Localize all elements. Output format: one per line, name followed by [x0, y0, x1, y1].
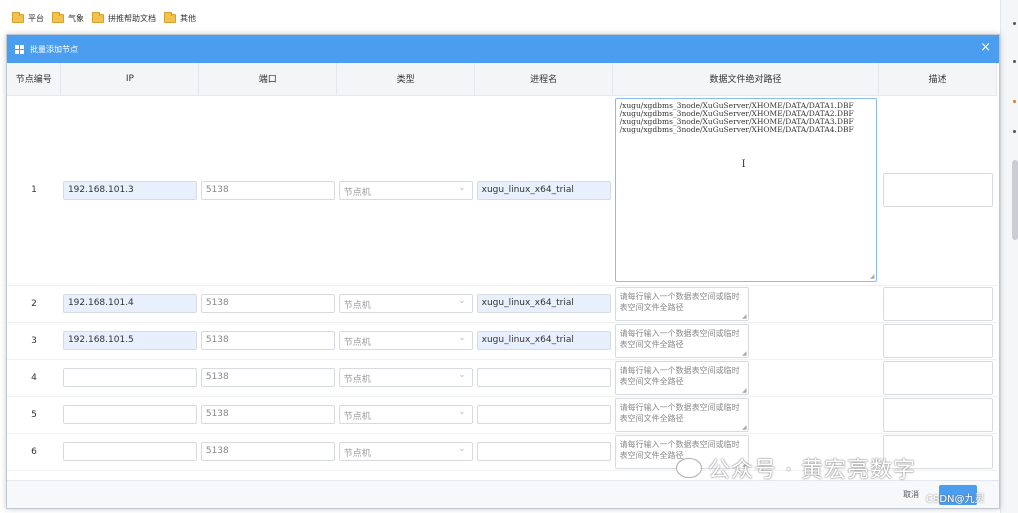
- description-input[interactable]: [882, 323, 993, 358]
- node-no: 3: [7, 322, 61, 360]
- description-input[interactable]: [882, 173, 993, 207]
- node-no: 1: [7, 95, 61, 286]
- ip-input[interactable]: 192.168.101.5: [62, 331, 197, 350]
- bookmark-label: 气象: [68, 13, 84, 23]
- folder-icon: [92, 11, 104, 23]
- background-page-edge: [1000, 0, 1018, 513]
- node-no: 5: [7, 396, 61, 434]
- dialog-footer: 取消: [7, 480, 999, 508]
- bookmark-help-docs[interactable]: 拼推帮助文档: [92, 11, 156, 24]
- port-input[interactable]: 5138: [200, 368, 335, 387]
- ip-input[interactable]: 192.168.101.3: [62, 180, 197, 200]
- col-header-data-path: 数据文件绝对路径: [612, 63, 880, 96]
- table-row: 1 192.168.101.3 5138 节点机 xugu_linux_x64_…: [7, 95, 997, 286]
- data-path-textarea[interactable]: 请每行输入一个数据表空间或临时表空间文件全路径: [614, 286, 749, 321]
- grid-icon: [15, 44, 24, 54]
- bookmark-label: 拼推帮助文档: [108, 13, 156, 23]
- process-input[interactable]: [476, 405, 611, 424]
- text-cursor-icon: I: [741, 159, 746, 170]
- port-input[interactable]: 5138: [200, 442, 335, 461]
- port-input[interactable]: 5138: [200, 405, 335, 424]
- table-header-row: 节点编号 IP 端口 类型 进程名 数据文件绝对路径 描述: [7, 63, 997, 96]
- wechat-logo-icon: [676, 458, 702, 478]
- bookmark-weather[interactable]: 气象: [52, 11, 84, 24]
- dot-icon: [1013, 60, 1016, 63]
- port-input[interactable]: 5138: [200, 180, 335, 200]
- bookmark-label: 其他: [180, 13, 196, 23]
- data-path-text: /xugu/xgdbms_3node/XuGuServer/XHOME/DATA…: [619, 101, 854, 134]
- node-no: 6: [7, 433, 61, 471]
- bookmark-label: 平台: [28, 13, 44, 23]
- cancel-button[interactable]: 取消: [903, 489, 919, 500]
- data-path-textarea[interactable]: 请每行输入一个数据表空间或临时表空间文件全路径: [614, 397, 749, 432]
- port-input[interactable]: 5138: [200, 294, 335, 313]
- dot-icon: [1013, 130, 1016, 133]
- dot-icon: [1013, 100, 1016, 103]
- watermark: 公众号 · 黄宏亮数字: [676, 452, 916, 484]
- table-row: 3 192.168.101.5 5138 节点机 xugu_linux_x64_…: [7, 322, 997, 360]
- table-row: 5 5138 节点机 请每行输入一个数据表空间或临时表空间文件全路径: [7, 396, 997, 434]
- dialog-title: 批量添加节点: [30, 44, 78, 54]
- process-input[interactable]: [476, 368, 611, 387]
- bookmark-platform[interactable]: 平台: [12, 11, 44, 24]
- table-row: 2 192.168.101.4 5138 节点机 xugu_linux_x64_…: [7, 285, 997, 323]
- bookmark-other[interactable]: 其他: [164, 11, 196, 24]
- node-no: 4: [7, 359, 61, 397]
- type-select[interactable]: 节点机: [338, 368, 473, 387]
- col-header-port: 端口: [198, 63, 338, 96]
- csdn-watermark: CSDN@九灵: [926, 494, 985, 505]
- page-scrollbar[interactable]: [1012, 160, 1018, 240]
- folder-icon: [164, 11, 176, 23]
- process-input[interactable]: xugu_linux_x64_trial: [476, 331, 611, 350]
- ip-input[interactable]: [62, 368, 197, 387]
- ip-input[interactable]: [62, 405, 197, 424]
- col-header-type: 类型: [336, 63, 476, 96]
- col-header-node-no: 节点编号: [7, 63, 62, 96]
- process-input[interactable]: xugu_linux_x64_trial: [476, 180, 611, 200]
- col-header-process: 进程名: [474, 63, 614, 96]
- table-row: 4 5138 节点机 请每行输入一个数据表空间或临时表空间文件全路径: [7, 359, 997, 397]
- process-input[interactable]: [476, 442, 611, 461]
- process-input[interactable]: xugu_linux_x64_trial: [476, 294, 611, 313]
- port-input[interactable]: 5138: [200, 331, 335, 350]
- bookmarks-bar: 平台 气象 拼推帮助文档 其他: [0, 0, 1018, 36]
- data-path-textarea[interactable]: 请每行输入一个数据表空间或临时表空间文件全路径: [614, 323, 749, 358]
- col-header-ip: IP: [60, 63, 200, 96]
- close-icon[interactable]: ×: [980, 40, 991, 55]
- node-table: 节点编号 IP 端口 类型 进程名 数据文件绝对路径 描述 1 192.168.…: [7, 63, 997, 471]
- batch-add-node-dialog: 批量添加节点 × 节点编号 IP 端口 类型 进程名 数据文件绝对路径 描述 1…: [6, 34, 1000, 509]
- description-input[interactable]: [882, 397, 993, 432]
- ip-input[interactable]: 192.168.101.4: [62, 294, 197, 313]
- data-path-textarea[interactable]: 请每行输入一个数据表空间或临时表空间文件全路径: [614, 360, 749, 395]
- type-select[interactable]: 节点机: [338, 405, 473, 424]
- data-path-textarea[interactable]: /xugu/xgdbms_3node/XuGuServer/XHOME/DATA…: [614, 98, 877, 282]
- watermark-text: 公众号 · 黄宏亮数字: [708, 458, 916, 483]
- dot-icon: [1013, 22, 1016, 25]
- type-select[interactable]: 节点机: [338, 331, 473, 350]
- type-select[interactable]: 节点机: [338, 180, 473, 200]
- description-input[interactable]: [882, 286, 993, 321]
- node-no: 2: [7, 285, 61, 323]
- col-header-description: 描述: [878, 63, 997, 96]
- type-select[interactable]: 节点机: [338, 294, 473, 313]
- ip-input[interactable]: [62, 442, 197, 461]
- type-select[interactable]: 节点机: [338, 442, 473, 461]
- folder-icon: [52, 11, 64, 23]
- description-input[interactable]: [882, 360, 993, 395]
- dialog-header: 批量添加节点 ×: [7, 35, 999, 63]
- folder-icon: [12, 11, 24, 23]
